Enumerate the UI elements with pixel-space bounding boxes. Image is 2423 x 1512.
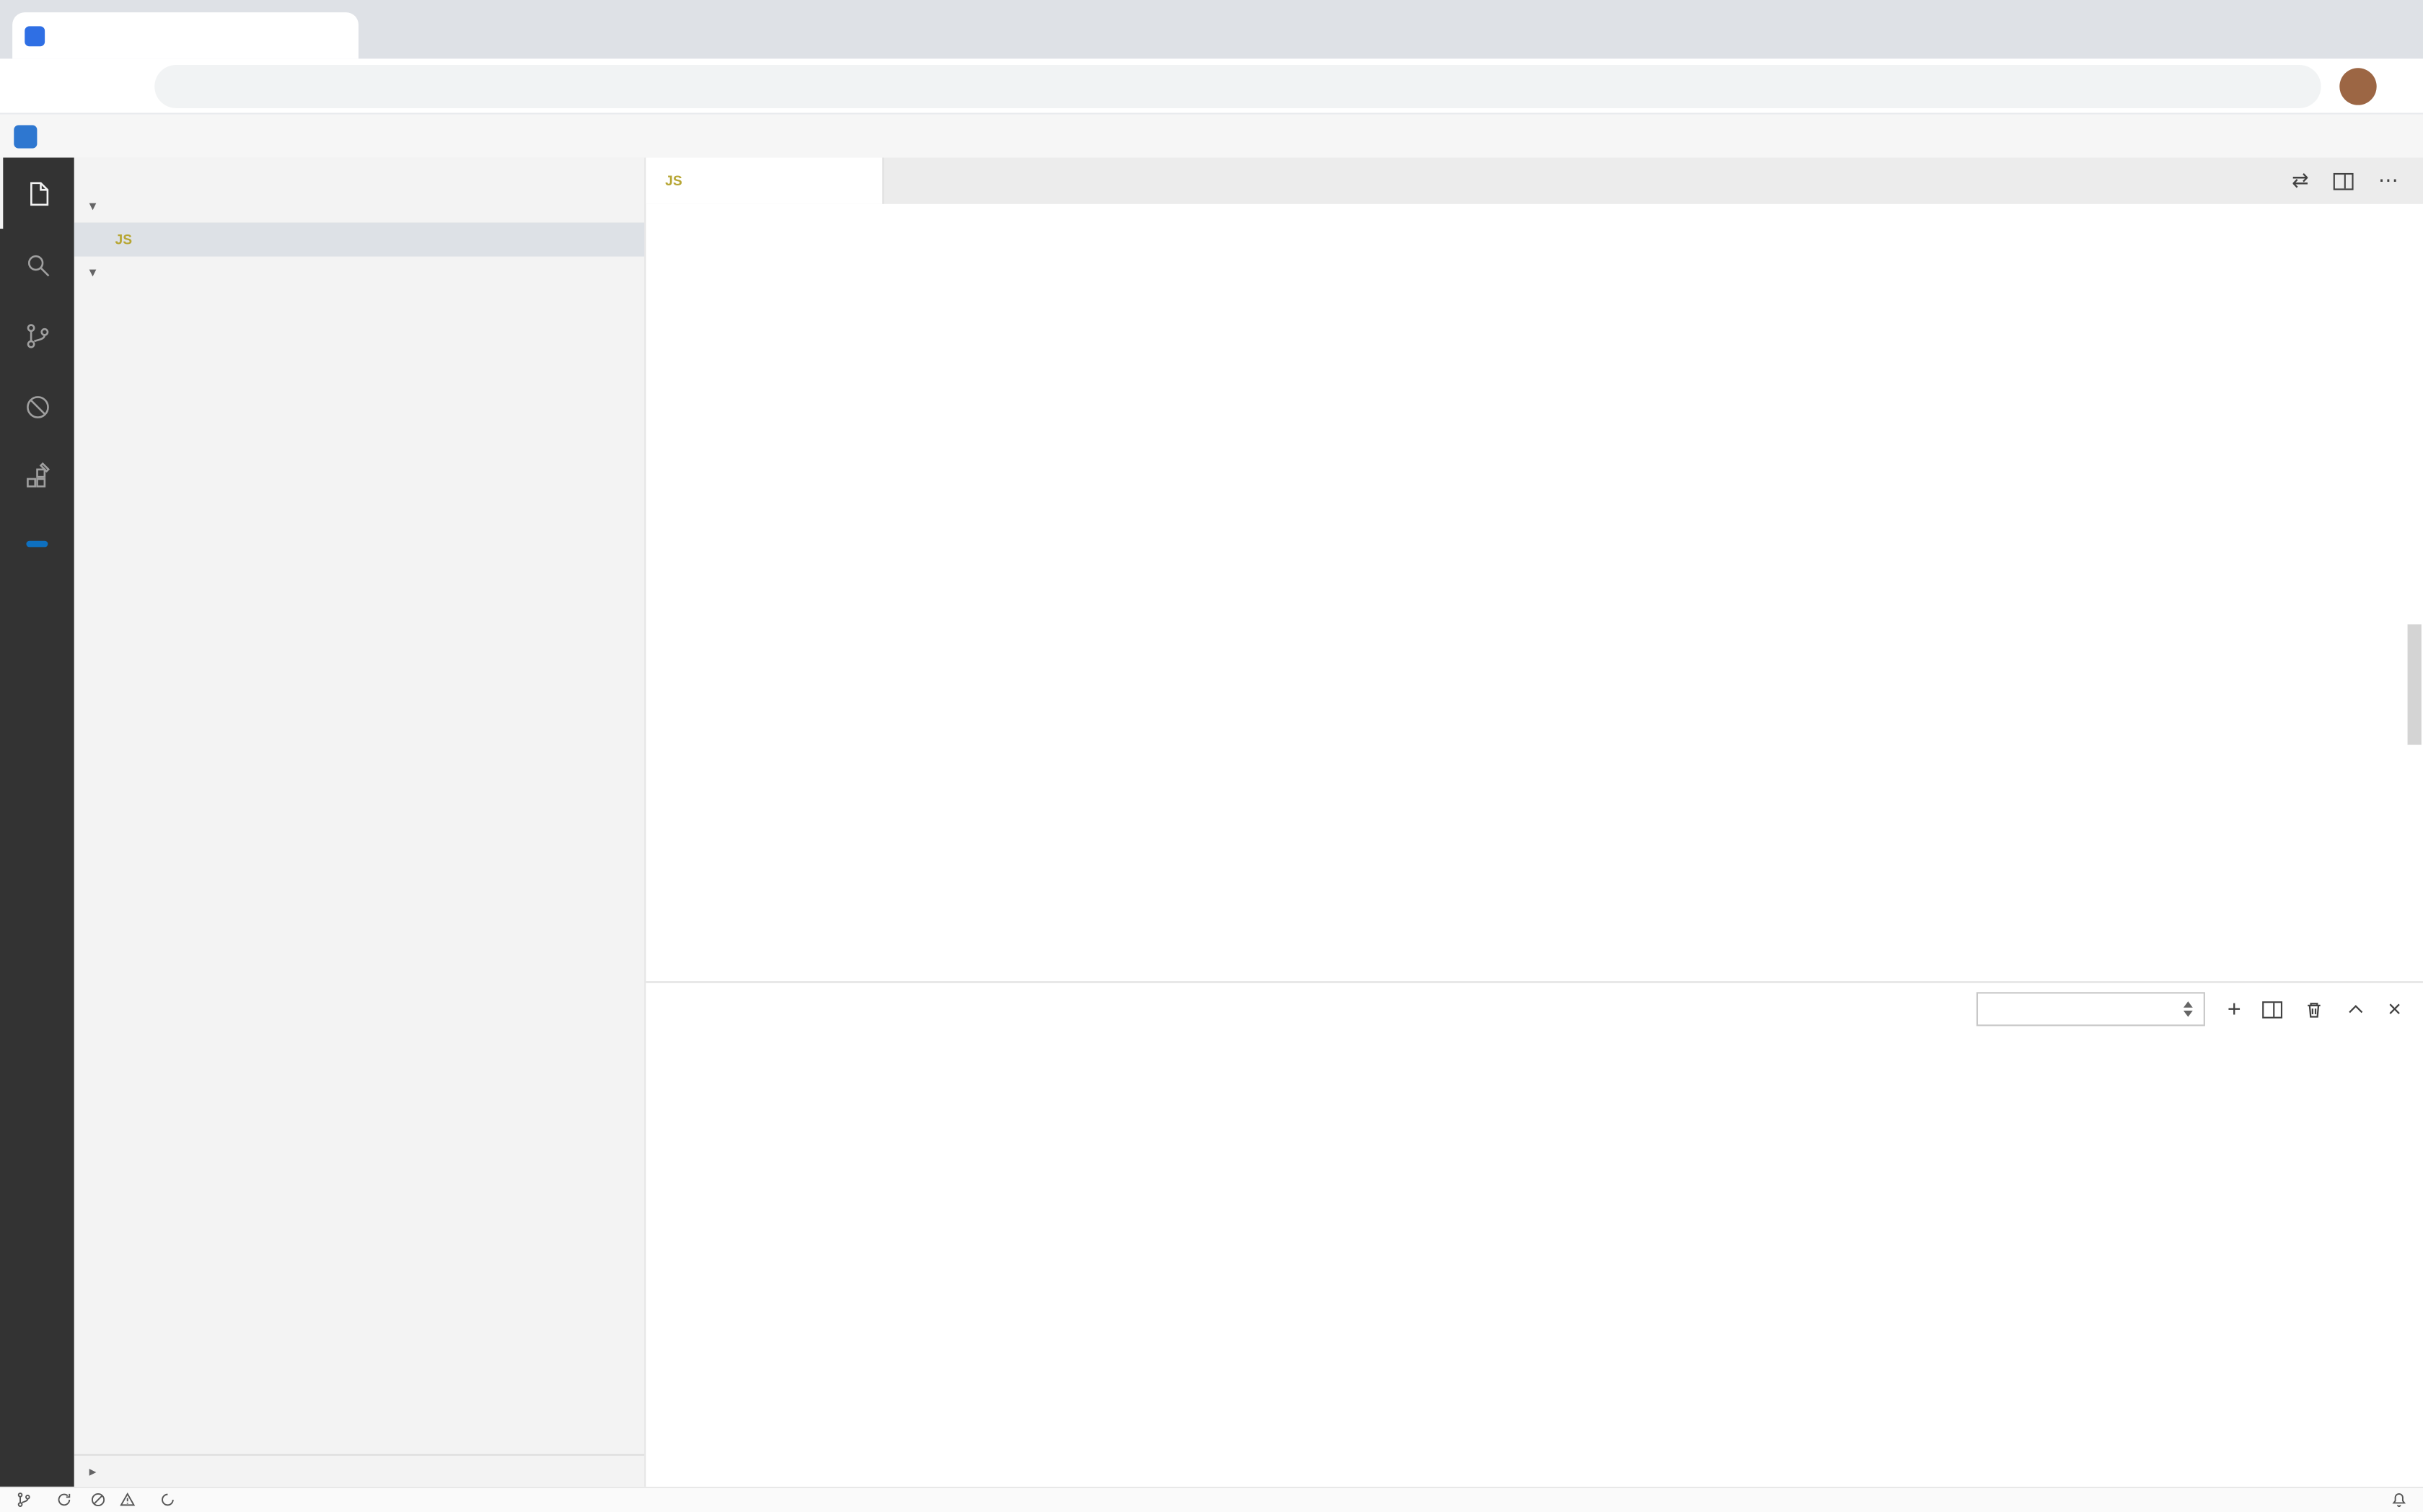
app-logo[interactable] — [14, 124, 37, 147]
editor-area: JS ⇄ ⋯ — [646, 158, 2423, 1487]
minimap[interactable] — [2220, 204, 2406, 982]
status-right — [2267, 1492, 2408, 1509]
screen: ▾ JS ▾ ▸ JS — [0, 0, 2423, 1512]
source-control-icon[interactable] — [0, 300, 74, 372]
code-area[interactable] — [646, 204, 2220, 982]
warning-icon — [119, 1492, 136, 1509]
error-icon — [89, 1492, 107, 1509]
address-bar[interactable] — [154, 64, 2321, 107]
forward-icon[interactable] — [56, 64, 99, 107]
telemetry-off-badge[interactable] — [26, 541, 48, 548]
workspace-header[interactable]: ▾ — [74, 257, 644, 289]
language-status[interactable] — [159, 1492, 183, 1509]
favicon — [25, 25, 45, 45]
terminal-select[interactable] — [1977, 992, 2206, 1026]
js-file-icon: JS — [661, 173, 686, 188]
more-actions-icon[interactable]: ⋯ — [2378, 168, 2398, 193]
explorer-sidebar: ▾ JS ▾ ▸ — [74, 158, 646, 1487]
open-editor-item[interactable]: JS — [74, 222, 644, 256]
editor-tab-bootstrap-fork[interactable]: JS — [646, 158, 884, 204]
status-bar — [0, 1487, 2423, 1512]
sync-icon — [56, 1492, 73, 1509]
bottom-panel: + × — [646, 981, 2423, 1486]
open-editors-header[interactable]: ▾ — [74, 190, 644, 222]
browser-tabstrip — [0, 0, 2423, 58]
toggle-changes-icon[interactable]: ⇄ — [2292, 168, 2308, 193]
select-caret-icon — [2184, 1001, 2194, 1016]
avatar[interactable] — [2339, 67, 2376, 104]
terminal[interactable] — [646, 1035, 2423, 1487]
file-tree — [74, 289, 644, 1454]
new-terminal-icon[interactable]: + — [2228, 996, 2241, 1022]
split-editor-icon[interactable] — [2334, 172, 2354, 190]
reload-icon[interactable] — [99, 64, 142, 107]
maximize-panel-icon[interactable] — [2346, 999, 2366, 1019]
scrollbar-thumb[interactable] — [2408, 624, 2422, 744]
explorer-icon[interactable] — [0, 158, 74, 229]
js-file-icon: JS — [111, 232, 136, 247]
panel-header: + × — [646, 983, 2423, 1035]
chevron-down-icon: ▾ — [80, 198, 105, 215]
branch-indicator[interactable] — [15, 1492, 38, 1509]
git-branch-icon — [15, 1492, 32, 1509]
chevron-right-icon: ▸ — [80, 1463, 105, 1480]
browser-tab[interactable] — [12, 12, 359, 58]
search-icon[interactable] — [0, 229, 74, 300]
new-tab-button[interactable] — [368, 11, 408, 51]
chevron-down-icon: ▾ — [80, 264, 105, 281]
sidebar-title — [74, 158, 644, 190]
menubar — [0, 115, 2423, 158]
editor-scrollbar[interactable] — [2406, 204, 2423, 982]
close-panel-icon[interactable]: × — [2388, 996, 2401, 1022]
browser-toolbar — [0, 58, 2423, 114]
spinner-icon — [159, 1492, 177, 1509]
sync-indicator[interactable] — [56, 1492, 73, 1509]
editor-actions: ⇄ ⋯ — [2292, 158, 2423, 204]
kill-terminal-icon[interactable] — [2305, 999, 2325, 1019]
extensions-icon[interactable] — [0, 442, 74, 514]
panel-actions: + × — [1977, 992, 2401, 1026]
code-editor[interactable] — [646, 204, 2423, 982]
split-terminal-icon[interactable] — [2263, 1001, 2283, 1018]
activity-bar — [0, 158, 74, 1487]
editor-tabbar: JS ⇄ ⋯ — [646, 158, 2423, 204]
problems-indicator[interactable] — [89, 1492, 142, 1509]
debug-disabled-icon[interactable] — [0, 371, 74, 442]
bell-icon[interactable] — [2391, 1492, 2408, 1509]
back-icon[interactable] — [12, 64, 56, 107]
outline-header[interactable]: ▸ — [74, 1454, 644, 1487]
